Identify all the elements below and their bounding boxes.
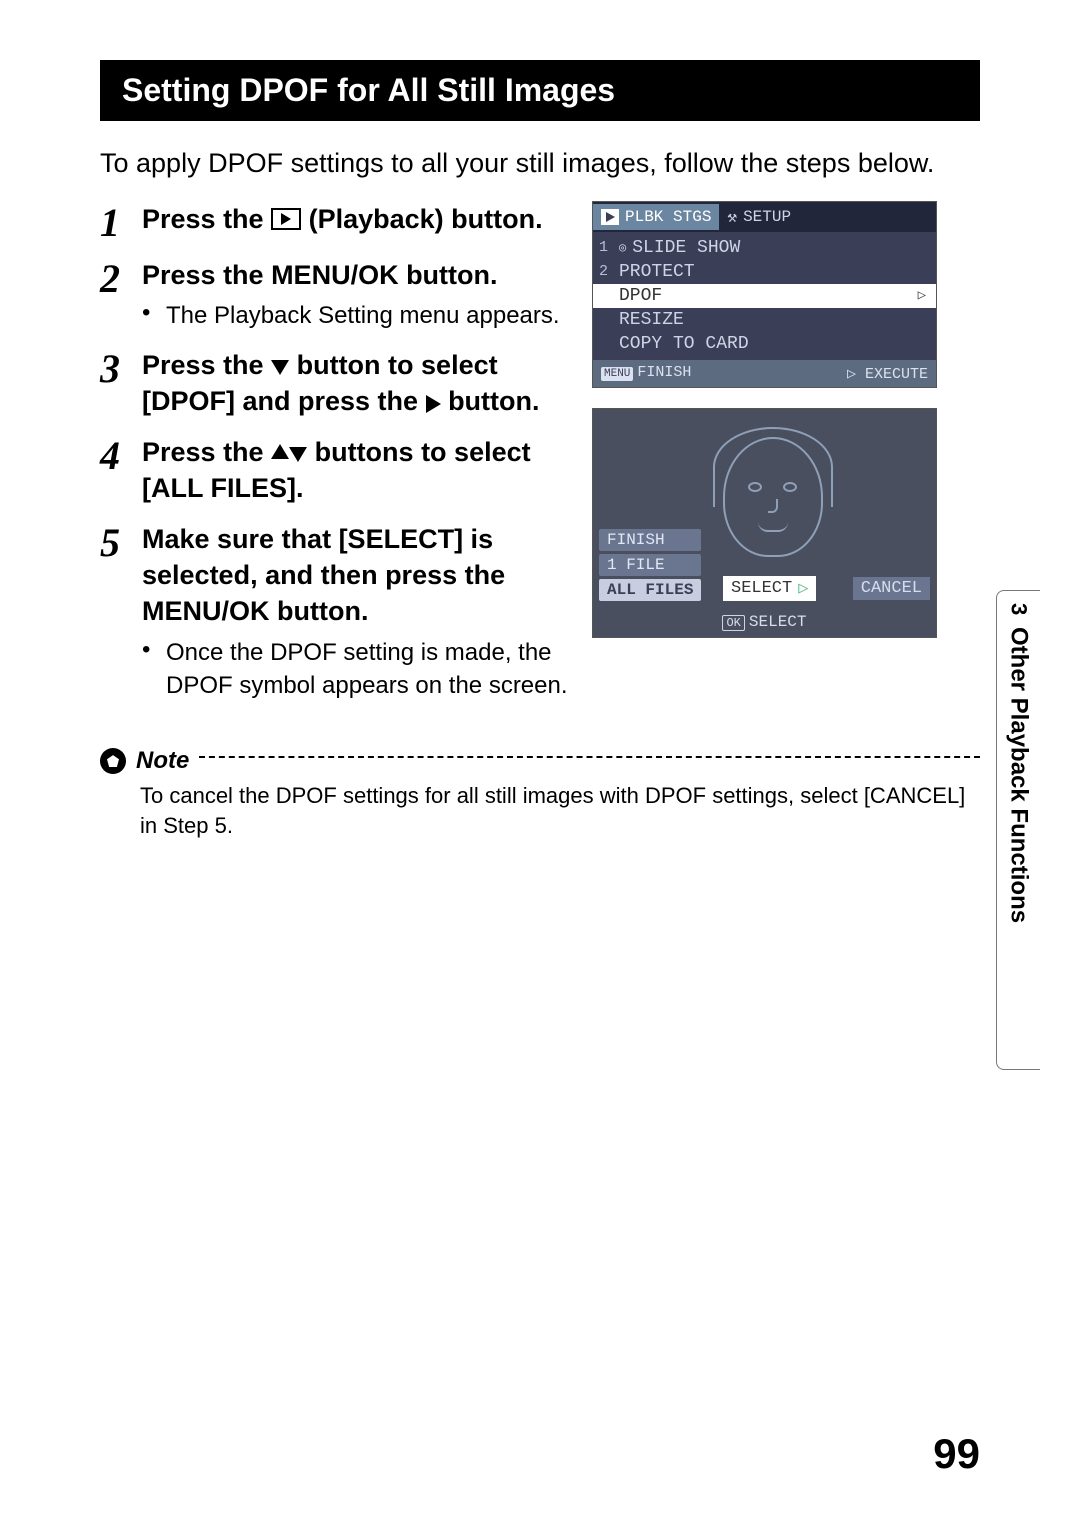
text-fragment: Press the bbox=[142, 437, 271, 467]
preview-action-row: SELECT ▷ CANCEL bbox=[723, 576, 930, 601]
step-5: 5 Make sure that [SELECT] is selected, a… bbox=[100, 521, 572, 704]
text-fragment: Press the bbox=[142, 204, 271, 234]
preview-footer: OK SELECT bbox=[593, 613, 936, 631]
chevron-right-icon: ▷ bbox=[847, 366, 856, 383]
camera-menu-footer: MENU FINISH ▷ EXECUTE bbox=[593, 360, 936, 387]
row-label: DPOF bbox=[619, 286, 662, 306]
note-dashes bbox=[199, 756, 980, 758]
note-icon bbox=[100, 748, 126, 774]
text-fragment: Press the bbox=[142, 350, 271, 380]
tab-plbk-stgs: PLBK STGS bbox=[593, 204, 719, 230]
footer-right-label: EXECUTE bbox=[865, 366, 928, 383]
content-columns: 1 Press the (Playback) button. 2 Press t… bbox=[100, 201, 980, 717]
menu-row-dpof: DPOF ▷ bbox=[593, 284, 936, 308]
row-index: 1 bbox=[599, 239, 613, 256]
step-number: 2 bbox=[100, 257, 142, 333]
step-number: 4 bbox=[100, 434, 142, 507]
row-label: RESIZE bbox=[619, 310, 684, 330]
menu-row-slideshow: 1 ◎ SLIDE SHOW bbox=[593, 236, 936, 260]
ok-badge-icon: OK bbox=[722, 615, 744, 631]
step-number: 1 bbox=[100, 201, 142, 243]
up-triangle-icon bbox=[271, 444, 289, 459]
step-title: Press the buttons to select [ALL FILES]. bbox=[142, 434, 572, 507]
down-triangle-icon bbox=[289, 447, 307, 462]
step-list: 1 Press the (Playback) button. 2 Press t… bbox=[100, 201, 572, 717]
step-3: 3 Press the button to select [DPOF] and … bbox=[100, 347, 572, 420]
page-number: 99 bbox=[933, 1430, 980, 1478]
step-title: Press the button to select [DPOF] and pr… bbox=[142, 347, 572, 420]
bullet-icon: • bbox=[142, 299, 166, 333]
tab-label: PLBK STGS bbox=[625, 208, 711, 226]
menu-row-copy: COPY TO CARD bbox=[593, 332, 936, 356]
intro-text: To apply DPOF settings to all your still… bbox=[100, 145, 980, 183]
text-fragment: button. bbox=[448, 386, 539, 416]
step-title: Press the MENU/OK button. bbox=[142, 257, 572, 293]
tab-setup: ⚒ SETUP bbox=[719, 203, 799, 231]
camera-menu-screen: PLBK STGS ⚒ SETUP 1 ◎ SLIDE SHOW 2 bbox=[592, 201, 937, 388]
camera-screenshots: PLBK STGS ⚒ SETUP 1 ◎ SLIDE SHOW 2 bbox=[592, 201, 937, 638]
row-index: 2 bbox=[599, 263, 613, 280]
camera-preview-screen: FINISH 1 FILE ALL FILES SELECT ▷ CANCEL … bbox=[592, 408, 937, 638]
playback-tab-icon bbox=[601, 209, 619, 225]
option-allfiles: ALL FILES bbox=[599, 579, 701, 601]
note-body: To cancel the DPOF settings for all stil… bbox=[140, 781, 980, 840]
step-number: 5 bbox=[100, 521, 142, 704]
step-1: 1 Press the (Playback) button. bbox=[100, 201, 572, 243]
tab-label: SETUP bbox=[743, 208, 791, 226]
section-header: Setting DPOF for All Still Images bbox=[100, 60, 980, 121]
step-title: Make sure that [SELECT] is selected, and… bbox=[142, 521, 572, 630]
face-illustration bbox=[703, 427, 843, 577]
row-label: PROTECT bbox=[619, 262, 695, 282]
playback-icon bbox=[271, 208, 301, 230]
preview-select-button: SELECT ▷ bbox=[723, 576, 816, 601]
bullet-icon: • bbox=[142, 636, 166, 703]
chapter-title: Other Playback Functions bbox=[1005, 627, 1033, 923]
chapter-thumb-tab: 3 Other Playback Functions bbox=[996, 590, 1040, 1070]
step-2: 2 Press the MENU/OK button. • The Playba… bbox=[100, 257, 572, 333]
menu-row-protect: 2 PROTECT bbox=[593, 260, 936, 284]
option-finish: FINISH bbox=[599, 529, 701, 551]
camera-tabs: PLBK STGS ⚒ SETUP bbox=[593, 202, 936, 232]
wrench-icon: ⚒ bbox=[727, 207, 737, 227]
preview-footer-label: SELECT bbox=[749, 613, 807, 631]
right-triangle-icon bbox=[426, 395, 441, 413]
step-4: 4 Press the buttons to select [ALL FILES… bbox=[100, 434, 572, 507]
footer-left-label: FINISH bbox=[637, 364, 691, 381]
preview-option-stack: FINISH 1 FILE ALL FILES bbox=[599, 529, 701, 601]
row-label: COPY TO CARD bbox=[619, 334, 749, 354]
option-1file: 1 FILE bbox=[599, 554, 701, 576]
camera-menu-list: 1 ◎ SLIDE SHOW 2 PROTECT DPOF ▷ bbox=[593, 232, 936, 360]
text-fragment: (Playback) button. bbox=[309, 204, 543, 234]
row-label: SLIDE SHOW bbox=[632, 238, 740, 258]
down-triangle-icon bbox=[271, 360, 289, 375]
target-icon: ◎ bbox=[619, 240, 626, 255]
chevron-right-icon: ▷ bbox=[798, 578, 808, 599]
note-label: Note bbox=[136, 747, 189, 775]
step-subtext: Once the DPOF setting is made, the DPOF … bbox=[166, 636, 572, 703]
step-number: 3 bbox=[100, 347, 142, 420]
menu-row-resize: RESIZE bbox=[593, 308, 936, 332]
step-title: Press the (Playback) button. bbox=[142, 201, 572, 237]
select-label: SELECT bbox=[731, 579, 792, 598]
manual-page: Setting DPOF for All Still Images To app… bbox=[0, 0, 1080, 1528]
menu-badge-icon: MENU bbox=[601, 367, 633, 381]
chapter-number: 3 bbox=[1006, 603, 1032, 615]
chevron-right-icon: ▷ bbox=[918, 287, 926, 304]
note-block: Note To cancel the DPOF settings for all… bbox=[100, 747, 980, 840]
preview-cancel-button: CANCEL bbox=[853, 577, 930, 600]
step-subtext: The Playback Setting menu appears. bbox=[166, 299, 560, 333]
